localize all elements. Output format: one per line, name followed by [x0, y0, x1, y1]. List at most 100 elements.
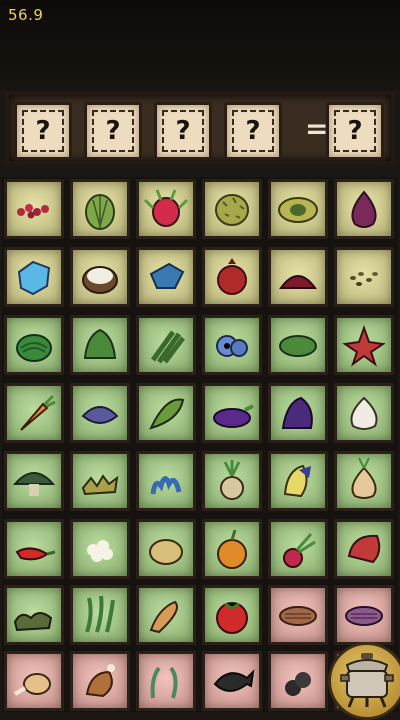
- ingredient-extra-durian[interactable]: [268, 179, 328, 239]
- ingredient-popcorn[interactable]: [70, 519, 130, 579]
- ingredient-pepper[interactable]: [4, 519, 64, 579]
- ingredient-jam[interactable]: [268, 247, 328, 307]
- lichen-icon: [81, 474, 119, 496]
- top-panel: [0, 0, 400, 90]
- ham-icon: [85, 664, 115, 698]
- ingredient-drumstick[interactable]: [4, 651, 64, 711]
- ingredient-grid: [2, 177, 398, 712]
- tomato-icon: [216, 602, 248, 634]
- blue-kale-icon: [281, 396, 313, 429]
- ingredient-slot-4[interactable]: ?: [224, 102, 282, 160]
- blue-flower-icon: [283, 464, 311, 498]
- ingredient-corn[interactable]: [136, 383, 196, 443]
- berries-icon: [17, 204, 49, 219]
- ingredient-mushroom[interactable]: [4, 451, 64, 511]
- seaweed-pile-icon: [13, 612, 53, 632]
- durian-icon: [215, 194, 249, 226]
- ingredient-watermelon[interactable]: [4, 315, 64, 375]
- ingredient-slot-1[interactable]: ?: [14, 102, 72, 160]
- ingredient-eye-plant[interactable]: [202, 315, 262, 375]
- coconut-icon: [82, 266, 118, 294]
- ingredient-blue-cap[interactable]: [136, 247, 196, 307]
- ingredient-mandrake[interactable]: [202, 451, 262, 511]
- blue-coral-icon: [150, 476, 182, 495]
- frog-legs-icon: [150, 666, 178, 699]
- ingredient-durian[interactable]: [202, 179, 262, 239]
- ingredient-red-onion[interactable]: [334, 179, 394, 239]
- ingredient-blue-coral[interactable]: [136, 451, 196, 511]
- pumpkin-icon: [217, 529, 247, 569]
- slot-placeholder: ?: [105, 116, 121, 146]
- ingredient-fish[interactable]: [202, 651, 262, 711]
- ingredient-asparagus[interactable]: [136, 315, 196, 375]
- slot-placeholder: ?: [35, 116, 51, 146]
- ingredient-frog-legs[interactable]: [136, 651, 196, 711]
- radish-icon: [283, 533, 316, 568]
- pepper-icon: [15, 547, 56, 561]
- ingredient-coconut[interactable]: [70, 247, 130, 307]
- red-onion-icon: [351, 190, 377, 228]
- ingredient-meat-chunks[interactable]: [268, 651, 328, 711]
- crockpot-icon: [340, 653, 394, 708]
- garlic-icon: [350, 396, 378, 430]
- ingredient-seaweed-pile[interactable]: [4, 585, 64, 645]
- cucumber-icon: [279, 335, 317, 357]
- popcorn-icon: [87, 540, 113, 562]
- ingredient-ice[interactable]: [4, 247, 64, 307]
- corn-icon: [149, 398, 185, 430]
- steak-icon: [345, 606, 383, 626]
- seaweed-icon: [85, 595, 115, 633]
- ingredient-carrot[interactable]: [4, 383, 64, 443]
- ingredient-slot-2[interactable]: ?: [84, 102, 142, 160]
- ingredient-garlic[interactable]: [334, 383, 394, 443]
- cactus-flesh-icon: [85, 194, 115, 230]
- ingredient-cooked-meat[interactable]: [268, 585, 328, 645]
- ingredient-cucumber[interactable]: [268, 315, 328, 375]
- ingredient-onion[interactable]: [334, 451, 394, 511]
- ice-icon: [17, 260, 51, 296]
- ingredient-eggplant[interactable]: [202, 383, 262, 443]
- ingredient-cactus-flesh[interactable]: [70, 179, 130, 239]
- ingredient-blue-kale[interactable]: [268, 383, 328, 443]
- ingredient-kale[interactable]: [70, 315, 130, 375]
- asparagus-icon: [150, 330, 185, 364]
- sweet-potato-icon: [149, 600, 178, 634]
- meat-chunks-icon: [285, 672, 311, 696]
- ingredient-ham[interactable]: [70, 651, 130, 711]
- timer: 56.9: [8, 6, 44, 24]
- ingredient-seeds[interactable]: [334, 247, 394, 307]
- ingredient-blue-cap-slice[interactable]: [70, 383, 130, 443]
- cooked-meat-icon: [279, 606, 317, 626]
- ingredient-radish[interactable]: [268, 519, 328, 579]
- ingredient-slot-3[interactable]: ?: [154, 102, 212, 160]
- potato-icon: [149, 539, 183, 565]
- blue-cap-icon: [149, 262, 185, 289]
- ingredient-steak[interactable]: [334, 585, 394, 645]
- slot-placeholder: ?: [175, 116, 191, 146]
- ingredient-tomato[interactable]: [202, 585, 262, 645]
- ingredient-red-flower[interactable]: [334, 315, 394, 375]
- ingredient-seaweed[interactable]: [70, 585, 130, 645]
- ingredient-sweet-potato[interactable]: [136, 585, 196, 645]
- ingredient-red-mushroom[interactable]: [334, 519, 394, 579]
- drumstick-icon: [13, 673, 51, 696]
- ingredient-pomegranate[interactable]: [202, 247, 262, 307]
- mandrake-icon: [220, 460, 244, 500]
- ingredient-dragon-fruit[interactable]: [136, 179, 196, 239]
- recipe-bar: ? ? ? ? = ?: [6, 92, 394, 164]
- eggplant-icon: [213, 404, 254, 428]
- ingredient-berries[interactable]: [4, 179, 64, 239]
- eye-plant-icon: [216, 335, 248, 357]
- ingredient-blue-flower[interactable]: [268, 451, 328, 511]
- blue-cap-slice-icon: [81, 406, 119, 424]
- ingredient-potato[interactable]: [136, 519, 196, 579]
- red-mushroom-icon: [347, 534, 381, 564]
- crockpot-button[interactable]: [328, 642, 400, 720]
- watermelon-icon: [16, 334, 52, 362]
- onion-icon: [351, 457, 377, 499]
- ingredient-pumpkin[interactable]: [202, 519, 262, 579]
- extra-durian-icon: [278, 197, 318, 223]
- pomegranate-icon: [217, 258, 247, 295]
- seeds-icon: [350, 272, 378, 286]
- ingredient-lichen[interactable]: [70, 451, 130, 511]
